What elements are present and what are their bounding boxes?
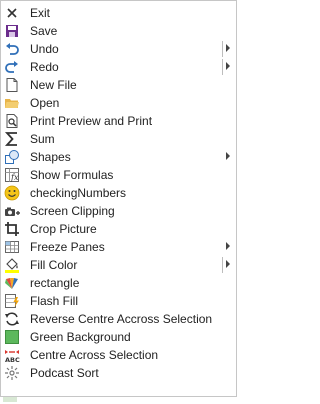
- svg-text:ABC: ABC: [5, 356, 20, 363]
- open-folder-icon: [4, 95, 20, 111]
- submenu-arrow-icon[interactable]: [226, 260, 230, 268]
- freeze-panes-icon: [4, 239, 20, 255]
- menu-item-label: Flash Fill: [30, 294, 79, 308]
- menu-item-label: Freeze Panes: [30, 240, 105, 254]
- menu-item-new-file[interactable]: New File: [1, 76, 236, 94]
- menu-item-podcast-sort[interactable]: Podcast Sort: [1, 364, 236, 382]
- svg-text:fx: fx: [10, 173, 19, 182]
- shapes-icon: [4, 149, 20, 165]
- menu-item-reverse-centre[interactable]: Reverse Centre Accross Selection: [1, 310, 236, 328]
- menu-item-label: Open: [30, 96, 60, 110]
- menu-item-flash-fill[interactable]: Flash Fill: [1, 292, 236, 310]
- menu-item-rectangle[interactable]: rectangle: [1, 274, 236, 292]
- menu-item-label: Green Background: [30, 330, 131, 344]
- menu-item-label: New File: [30, 78, 77, 92]
- menu-item-label: Reverse Centre Accross Selection: [30, 312, 213, 326]
- fill-bucket-icon: [4, 257, 20, 273]
- menu-item-label: Centre Across Selection: [30, 348, 159, 362]
- green-square-icon: [4, 329, 20, 345]
- resize-grip[interactable]: [3, 397, 17, 402]
- menu-item-label: Print Preview and Print: [30, 114, 153, 128]
- split-divider: [222, 41, 223, 57]
- menu-item-show-formulas[interactable]: fx Show Formulas: [1, 166, 236, 184]
- menu-item-label: Podcast Sort: [30, 366, 99, 380]
- redo-icon: [4, 59, 20, 75]
- menu-item-label: checkingNumbers: [30, 186, 127, 200]
- center-across-icon: ABC: [4, 347, 20, 363]
- menu-item-label: Fill Color: [30, 258, 78, 272]
- rectangle-logo-icon: [4, 275, 20, 291]
- new-file-icon: [4, 77, 20, 93]
- menu-item-screen-clipping[interactable]: Screen Clipping: [1, 202, 236, 220]
- menu-item-label: Save: [30, 24, 58, 38]
- submenu-arrow-icon[interactable]: [226, 44, 230, 52]
- split-divider: [222, 257, 223, 273]
- smiley-icon: [4, 185, 20, 201]
- menu-item-redo[interactable]: Redo: [1, 58, 236, 76]
- close-icon: [4, 5, 20, 21]
- menu-item-label: rectangle: [30, 276, 80, 290]
- menu-item-label: Sum: [30, 132, 55, 146]
- menu-item-open[interactable]: Open: [1, 94, 236, 112]
- sort-icon: [4, 365, 20, 381]
- menu-item-shapes[interactable]: Shapes: [1, 148, 236, 166]
- menu-item-centre-across[interactable]: ABC Centre Across Selection: [1, 346, 236, 364]
- submenu-arrow-icon[interactable]: [226, 62, 230, 70]
- menu-item-fill-color[interactable]: Fill Color: [1, 256, 236, 274]
- undo-icon: [4, 41, 20, 57]
- flash-fill-icon: [4, 293, 20, 309]
- menu-item-crop-picture[interactable]: Crop Picture: [1, 220, 236, 238]
- menu-item-print-preview[interactable]: Print Preview and Print: [1, 112, 236, 130]
- menu-item-label: Screen Clipping: [30, 204, 115, 218]
- menu-item-save[interactable]: Save: [1, 22, 236, 40]
- sigma-icon: [4, 131, 20, 147]
- quick-access-menu: Exit Save Undo Redo New File Open Print …: [0, 0, 237, 397]
- submenu-arrow-icon[interactable]: [226, 152, 230, 160]
- menu-item-undo[interactable]: Undo: [1, 40, 236, 58]
- formulas-icon: fx: [4, 167, 20, 183]
- menu-item-sum[interactable]: Sum: [1, 130, 236, 148]
- menu-item-label: Shapes: [30, 150, 71, 164]
- reverse-icon: [4, 311, 20, 327]
- menu-item-label: Show Formulas: [30, 168, 114, 182]
- menu-item-label: Exit: [30, 6, 51, 20]
- submenu-arrow-icon[interactable]: [226, 242, 230, 250]
- menu-item-checking-numbers[interactable]: checkingNumbers: [1, 184, 236, 202]
- crop-icon: [4, 221, 20, 237]
- menu-item-freeze-panes[interactable]: Freeze Panes: [1, 238, 236, 256]
- print-preview-icon: [4, 113, 20, 129]
- save-icon: [4, 23, 20, 39]
- menu-item-green-background[interactable]: Green Background: [1, 328, 236, 346]
- menu-item-label: Crop Picture: [30, 222, 97, 236]
- camera-icon: [4, 203, 20, 219]
- menu-item-label: Undo: [30, 42, 59, 56]
- split-divider: [222, 59, 223, 75]
- menu-item-exit[interactable]: Exit: [1, 4, 236, 22]
- menu-item-label: Redo: [30, 60, 59, 74]
